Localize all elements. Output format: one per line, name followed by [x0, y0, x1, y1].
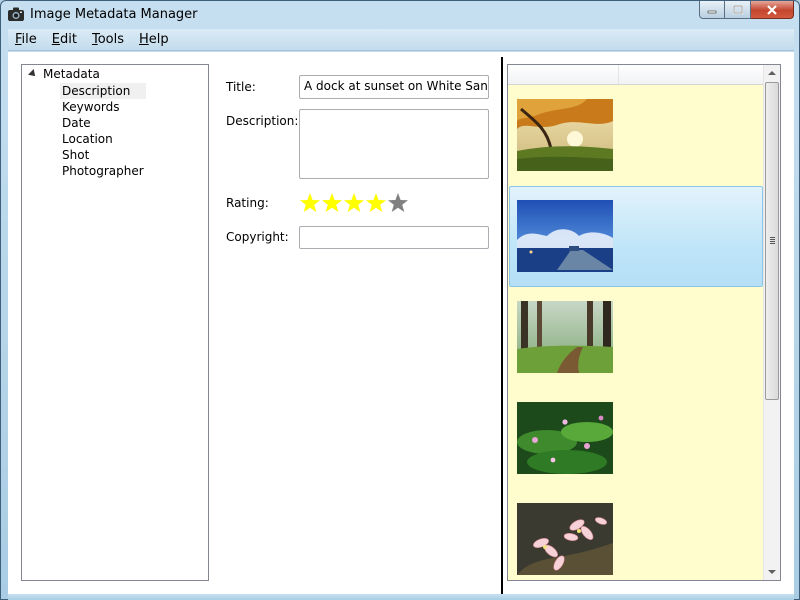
title-field[interactable]: A dock at sunset on White Sands Island: [299, 75, 489, 99]
rating-label: Rating:: [226, 196, 269, 210]
grip-icon: [770, 237, 775, 245]
image-list-item[interactable]: [509, 186, 763, 287]
copyright-label: Copyright:: [226, 230, 289, 244]
title-bar[interactable]: Image Metadata Manager: [1, 1, 799, 29]
rating-stars[interactable]: [299, 192, 409, 214]
minimize-icon: [707, 10, 717, 13]
tree-item-date[interactable]: Date: [60, 115, 146, 131]
copyright-field[interactable]: [299, 226, 489, 249]
tree-item-location[interactable]: Location: [60, 131, 146, 147]
tree-item-photographer[interactable]: Photographer: [60, 163, 146, 179]
dock-sunset-thumbnail: [517, 200, 613, 272]
scroll-thumb[interactable]: [765, 82, 779, 400]
image-list[interactable]: [507, 64, 781, 581]
star-filled-icon[interactable]: [343, 192, 365, 214]
splitter[interactable]: [501, 57, 503, 594]
menu-help[interactable]: Help: [132, 32, 176, 47]
star-filled-icon[interactable]: [321, 192, 343, 214]
image-list-item[interactable]: [509, 489, 763, 580]
menu-tools[interactable]: Tools: [85, 32, 131, 47]
window-bottom-frame: [8, 594, 794, 600]
image-list-item[interactable]: [509, 388, 763, 489]
list-header-column[interactable]: [508, 65, 619, 84]
vertical-scrollbar[interactable]: [763, 65, 780, 580]
plumeria-flowers-thumbnail: [517, 503, 613, 575]
image-list-item[interactable]: [509, 85, 763, 186]
tree-root-label[interactable]: Metadata: [43, 67, 100, 81]
close-icon: [767, 4, 777, 15]
maximize-icon: [732, 5, 743, 14]
description-label: Description:: [226, 114, 299, 128]
menu-bar: File Edit Tools Help: [8, 29, 794, 51]
scroll-up-icon[interactable]: [768, 71, 776, 75]
close-button[interactable]: [751, 1, 794, 19]
tree-item-description[interactable]: Description: [60, 83, 146, 99]
metadata-tree[interactable]: Metadata Description Keywords Date Locat…: [21, 64, 209, 581]
expand-arrow-icon[interactable]: [28, 69, 38, 79]
menu-file[interactable]: File: [8, 32, 44, 47]
camera-icon: [8, 7, 24, 21]
pink-flowers-green-thumbnail: [517, 402, 613, 474]
tree-item-keywords[interactable]: Keywords: [60, 99, 146, 115]
minimize-button[interactable]: [699, 1, 725, 19]
window-title: Image Metadata Manager: [30, 7, 198, 22]
list-header: [508, 65, 764, 85]
forest-path-thumbnail: [517, 301, 613, 373]
star-filled-icon[interactable]: [365, 192, 387, 214]
application-window: Image Metadata Manager File Edit Tools H…: [0, 0, 800, 600]
title-label: Title:: [226, 80, 256, 94]
menu-edit[interactable]: Edit: [45, 32, 84, 47]
image-list-item[interactable]: [509, 287, 763, 388]
autumn-tree-thumbnail: [517, 99, 613, 171]
star-empty-icon[interactable]: [387, 192, 409, 214]
scroll-down-icon[interactable]: [768, 570, 776, 574]
star-filled-icon[interactable]: [299, 192, 321, 214]
tree-item-shot[interactable]: Shot: [60, 147, 146, 163]
description-field[interactable]: [299, 109, 489, 179]
client-area: Metadata Description Keywords Date Locat…: [8, 52, 794, 594]
maximize-button[interactable]: [725, 1, 751, 19]
